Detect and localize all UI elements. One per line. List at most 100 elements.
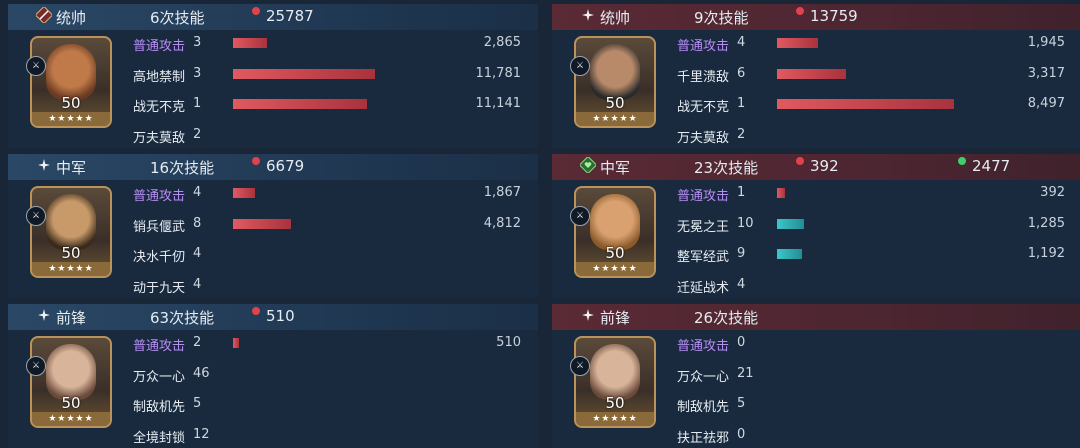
portrait-face [590, 44, 640, 100]
skill-name: 普通攻击 [133, 39, 186, 54]
general-portrait[interactable]: 50 ★★★★★ [574, 336, 656, 428]
skill-name: 扶正祛邪 [677, 431, 730, 446]
skill-damage-value: 392 [1040, 185, 1065, 200]
skill-damage-value: 8,497 [1027, 96, 1065, 111]
skill-trigger-count: 8 [193, 216, 202, 231]
skill-row: 制敌机先 5 [133, 394, 533, 416]
skill-name: 全境封锁 [133, 431, 186, 446]
heart-diamond-icon [578, 155, 598, 175]
skill-row: 全境封锁 12 [133, 425, 533, 447]
skill-name: 万众一心 [677, 370, 730, 385]
general-header: 中军 23次技能 392 2477 [552, 154, 1080, 180]
role-label: 前锋 [56, 309, 87, 327]
troop-type-icon: ⚔ [26, 356, 46, 376]
general-block: 前锋 26次技能 50 ★★★★★ ⚔ 普通攻击 0 万众一心 21 制敌机先 5 扶正祛邪 0 [552, 300, 1080, 448]
skill-damage-value: 3,317 [1027, 66, 1065, 81]
troop-type-icon: ⚔ [570, 56, 590, 76]
skill-name: 万众一心 [133, 370, 186, 385]
damage-bar [233, 188, 255, 198]
portrait-face [46, 344, 96, 400]
general-portrait[interactable]: 50 ★★★★★ [30, 336, 112, 428]
skill-trigger-count: 10 [737, 216, 754, 231]
damage-dot-icon [796, 157, 804, 165]
total-damage-value: 13759 [810, 7, 858, 25]
damage-bar [233, 338, 239, 348]
skill-row: 无冕之王 10 1,285 [677, 214, 1077, 236]
skill-damage-value: 11,141 [475, 96, 522, 111]
skill-row: 万众一心 46 [133, 364, 533, 386]
skill-damage-value: 1,867 [483, 185, 521, 200]
role-label: 中军 [600, 159, 631, 177]
level-label: 50 [605, 394, 625, 412]
total-damage-value: 392 [810, 157, 839, 175]
right-team-panel: 统帅 9次技能 13759 50 ★★★★★ ⚔ 普通攻击 4 1,945 千里溃敌 6 3,317 战… [552, 0, 1080, 448]
skill-count-label: 63次技能 [150, 309, 215, 327]
general-portrait[interactable]: 50 ★★★★★ [574, 186, 656, 278]
skill-trigger-count: 2 [737, 127, 746, 142]
skill-name: 动于九天 [133, 281, 186, 296]
skill-name: 普通攻击 [677, 39, 730, 54]
total-damage-value: 510 [266, 307, 295, 325]
skill-name: 普通攻击 [133, 189, 186, 204]
skill-damage-value: 510 [496, 335, 521, 350]
role-label: 统帅 [600, 9, 631, 27]
skill-name: 销兵偃武 [133, 220, 186, 235]
skill-trigger-count: 5 [737, 396, 746, 411]
sparkle-icon [580, 7, 596, 23]
skill-trigger-count: 6 [737, 66, 746, 81]
role-label: 中军 [56, 159, 87, 177]
general-block: 统帅 9次技能 13759 50 ★★★★★ ⚔ 普通攻击 4 1,945 千里溃敌 6 3,317 战… [552, 0, 1080, 148]
skill-row: 万夫莫敌 2 [133, 125, 533, 147]
level-label: 50 [61, 244, 81, 262]
left-team-panel: 统帅 6次技能 25787 50 ★★★★★ ⚔ 普通攻击 3 2,865 高地禁制 3 11,781… [8, 0, 538, 448]
skill-row: 千里溃敌 6 3,317 [677, 64, 1077, 86]
damage-bar [777, 249, 802, 259]
skill-name: 迁延战术 [677, 281, 730, 296]
sparkle-icon [36, 157, 52, 173]
skill-name: 战无不克 [133, 100, 186, 115]
skill-name: 普通攻击 [677, 189, 730, 204]
role-label: 前锋 [600, 309, 631, 327]
skill-trigger-count: 4 [737, 277, 746, 292]
skill-damage-value: 1,192 [1027, 246, 1065, 261]
skill-row: 普通攻击 1 392 [677, 183, 1077, 205]
damage-bar [777, 69, 846, 79]
skill-trigger-count: 2 [193, 127, 202, 142]
level-label: 50 [605, 94, 625, 112]
skill-row: 整军经武 9 1,192 [677, 244, 1077, 266]
skill-row: 销兵偃武 8 4,812 [133, 214, 533, 236]
general-block: 中军 16次技能 6679 50 ★★★★★ ⚔ 普通攻击 4 1,867 销兵偃武 8 4,812 决… [8, 150, 538, 298]
skill-name: 制敌机先 [677, 400, 730, 415]
skill-row: 战无不克 1 8,497 [677, 94, 1077, 116]
skill-name: 万夫莫敌 [677, 131, 730, 146]
skill-row: 决水千仞 4 [133, 244, 533, 266]
skill-row: 战无不克 1 11,141 [133, 94, 533, 116]
level-label: 50 [61, 394, 81, 412]
general-portrait[interactable]: 50 ★★★★★ [574, 36, 656, 128]
skill-row: 迁延战术 4 [677, 275, 1077, 297]
damage-bar [233, 219, 291, 229]
skill-row: 万众一心 21 [677, 364, 1077, 386]
skill-name: 制敌机先 [133, 400, 186, 415]
portrait-face [590, 344, 640, 400]
portrait-face [46, 194, 96, 250]
skill-row: 扶正祛邪 0 [677, 425, 1077, 447]
skill-trigger-count: 5 [193, 396, 202, 411]
troop-type-icon: ⚔ [26, 56, 46, 76]
general-block: 前锋 63次技能 510 50 ★★★★★ ⚔ 普通攻击 2 510 万众一心 46 制敌机先 5 全境封… [8, 300, 538, 448]
damage-bar [777, 188, 785, 198]
general-portrait[interactable]: 50 ★★★★★ [30, 36, 112, 128]
general-portrait[interactable]: 50 ★★★★★ [30, 186, 112, 278]
sparkle-icon [36, 307, 52, 323]
level-label: 50 [605, 244, 625, 262]
skill-trigger-count: 21 [737, 366, 754, 381]
skill-name: 整军经武 [677, 250, 730, 265]
skill-count-label: 16次技能 [150, 159, 215, 177]
general-header: 统帅 6次技能 25787 [8, 4, 538, 30]
general-header: 前锋 26次技能 [552, 304, 1080, 330]
skill-trigger-count: 4 [193, 277, 202, 292]
general-block: 中军 23次技能 392 2477 50 ★★★★★ ⚔ 普通攻击 1 392 无冕之王 10 1,28… [552, 150, 1080, 298]
damage-dot-icon [252, 307, 260, 315]
star-rating: ★★★★★ [576, 112, 654, 126]
skill-trigger-count: 3 [193, 35, 202, 50]
